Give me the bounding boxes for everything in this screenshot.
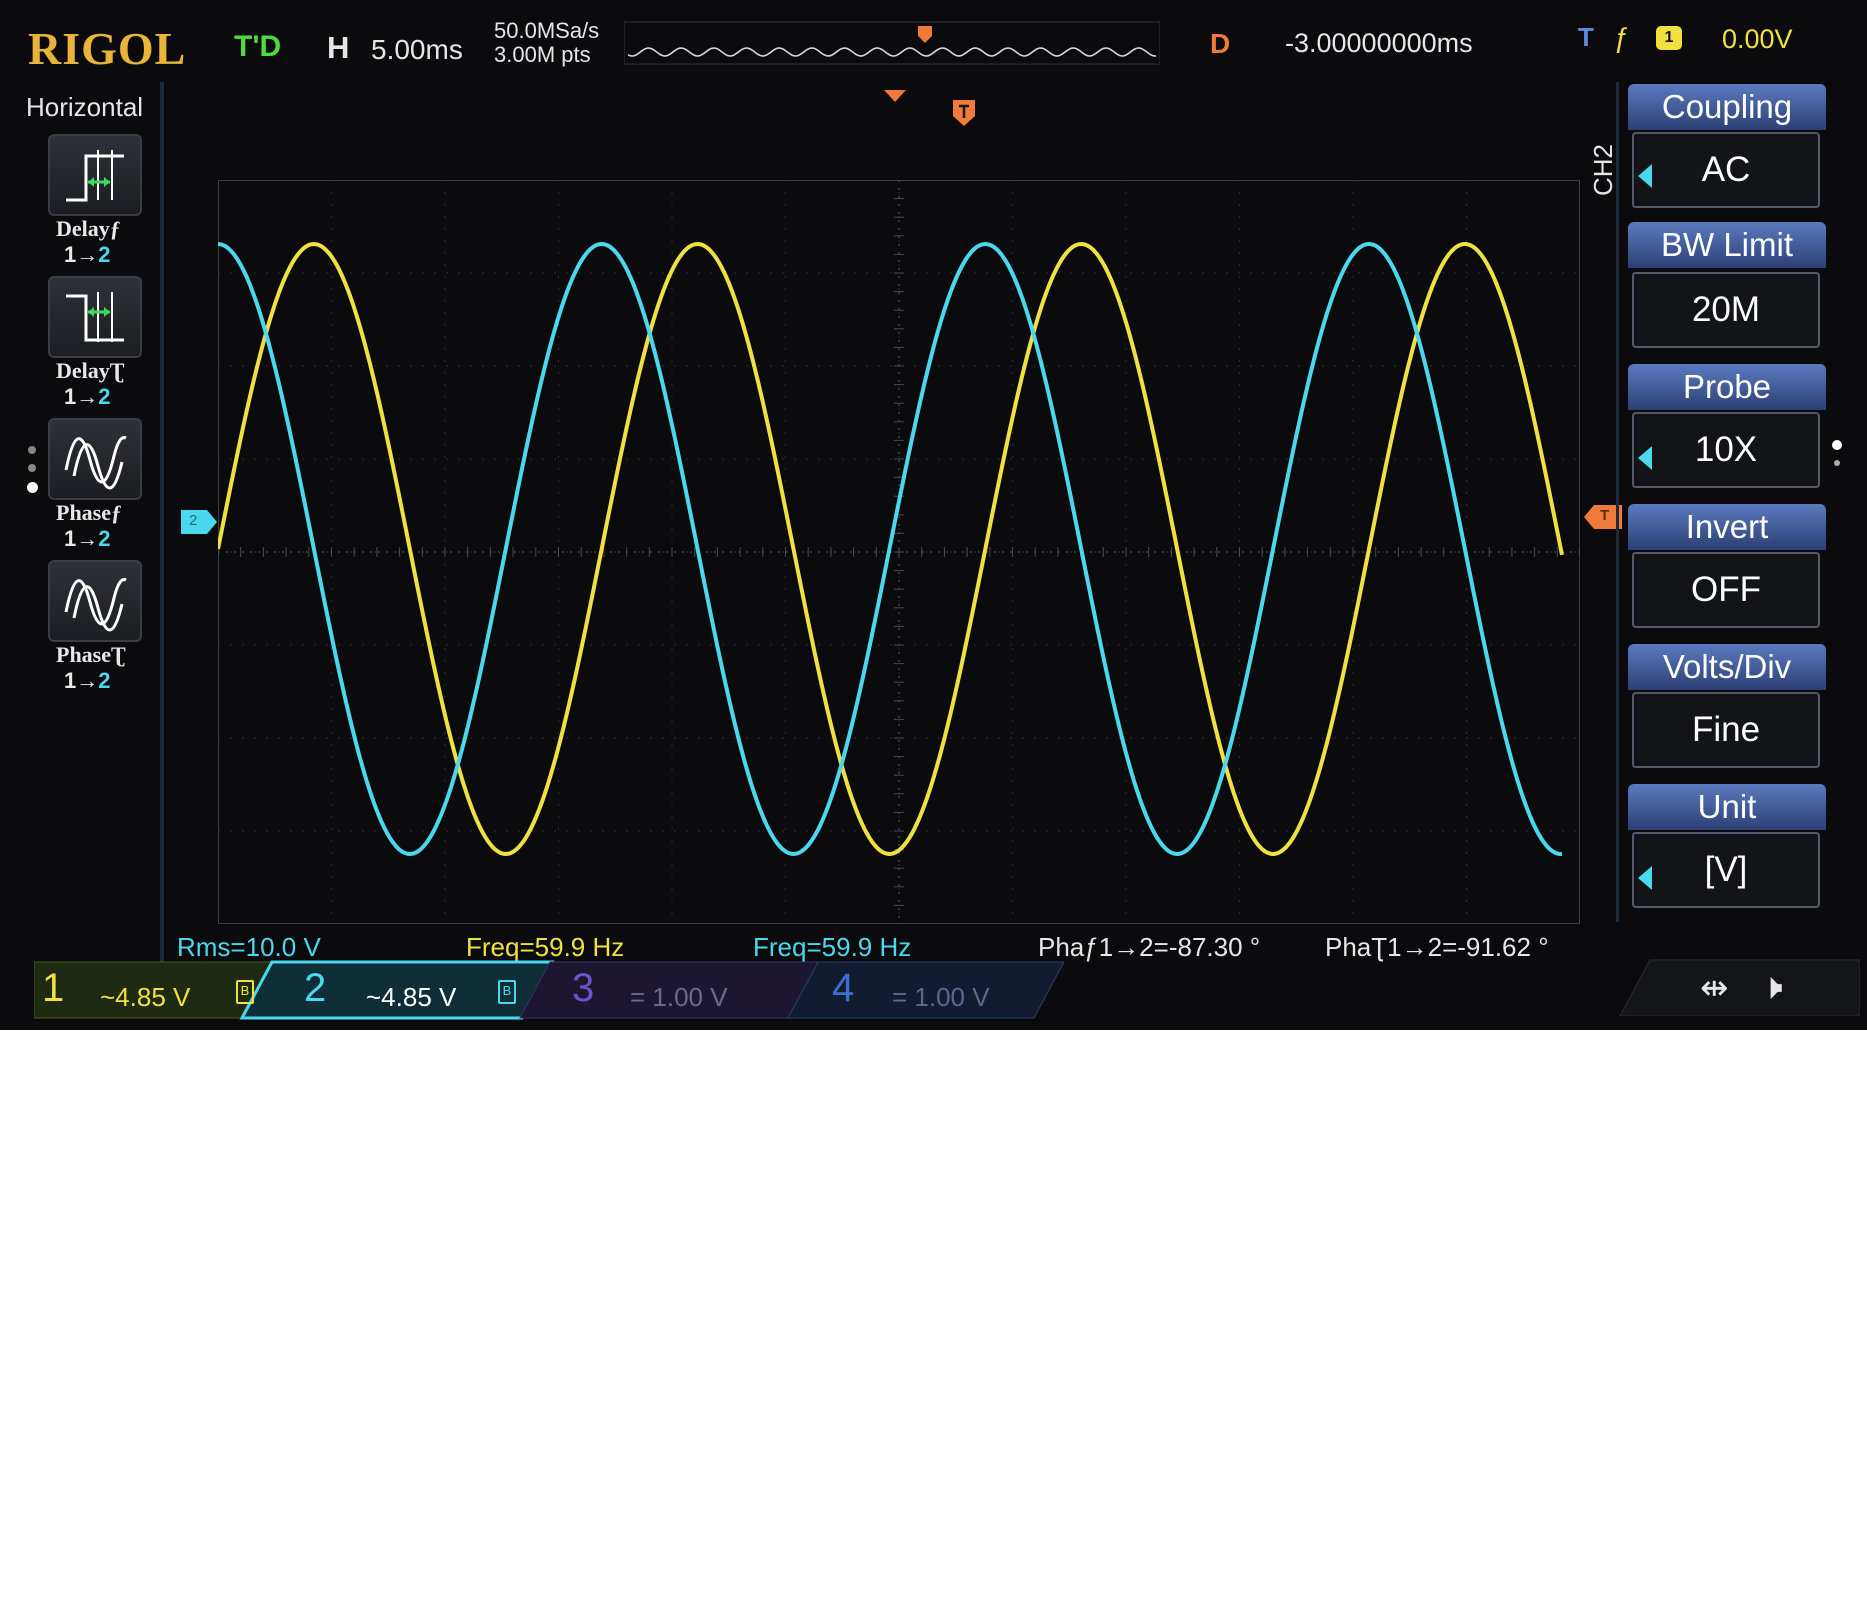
- invert-title: Invert: [1628, 504, 1826, 550]
- graticule: [218, 180, 1580, 924]
- unit-button[interactable]: [V]: [1632, 832, 1820, 908]
- probe-button[interactable]: 10X: [1632, 412, 1820, 488]
- right-menu-page-dot: [1834, 460, 1840, 466]
- ch4-button[interactable]: 4: [832, 966, 854, 1011]
- channel-to: 2: [98, 526, 111, 551]
- status-panel: [1619, 959, 1860, 1016]
- ch3-scale[interactable]: = 1.00 V: [630, 982, 728, 1013]
- speaker-mute-icon[interactable]: 🕨: [1760, 966, 1783, 1009]
- delay-fall-channels: 1→2: [64, 384, 111, 410]
- phase-fall-button[interactable]: [48, 560, 142, 642]
- ch1-bw-icon: B: [236, 980, 254, 1004]
- volts-div-title: Volts/Div: [1628, 644, 1826, 690]
- trigger-position-icon: [953, 100, 975, 126]
- delay-rise-icon: [66, 150, 124, 202]
- rising-edge-icon: ƒ: [1614, 22, 1630, 53]
- invert-button[interactable]: OFF: [1632, 552, 1820, 628]
- delay-label: D: [1210, 28, 1231, 59]
- bw-limit-title: BW Limit: [1628, 222, 1826, 268]
- phase-rise-label: Phaseƒ: [56, 500, 122, 525]
- waveform-grid: [218, 180, 1580, 924]
- probe-arrow-icon: [1638, 446, 1652, 470]
- usb-icon: ⇹: [1700, 969, 1729, 1007]
- memory-depth: 3.00M pts: [494, 42, 591, 67]
- delay-fall-label: DelayƮ: [56, 358, 125, 383]
- channel-to: 2: [98, 384, 111, 409]
- timebase-value[interactable]: 5.00ms: [371, 34, 463, 66]
- oscilloscope-screen: RIGOL T'D H 5.00ms 50.0MSa/s 3.00M pts D…: [0, 0, 1867, 1035]
- ch2-bw-icon: B: [498, 980, 516, 1004]
- right-menu-page-dot: [1832, 440, 1842, 450]
- phase-fall-label: PhaseƮ: [56, 642, 126, 667]
- delay-value[interactable]: -3.00000000ms: [1285, 28, 1473, 59]
- horizontal-trigger-marker: [884, 90, 906, 102]
- ch2-waveform: [218, 241, 1563, 857]
- trigger-label: T: [1578, 22, 1594, 52]
- ch3-button[interactable]: 3: [572, 966, 594, 1011]
- menu-page-dot-active: [27, 482, 38, 493]
- menu-page-dot: [28, 446, 36, 454]
- coupling-button[interactable]: AC: [1632, 132, 1820, 208]
- phase-fall-measurement: PhaƮ1→2=-91.62 °: [1325, 932, 1549, 962]
- delay-rise-channels: 1→2: [64, 242, 111, 268]
- channel-from: 1→: [64, 242, 99, 267]
- volts-div-button[interactable]: Fine: [1632, 692, 1820, 768]
- bezel-edge: [0, 1030, 1867, 1038]
- ch2-offset-label: 2: [189, 512, 198, 529]
- phase-fall-icon: [64, 578, 127, 632]
- menu-page-dot: [28, 464, 36, 472]
- ch2-scale[interactable]: ~4.85 V: [366, 982, 456, 1013]
- unit-title: Unit: [1628, 784, 1826, 830]
- phase-rise-channels: 1→2: [64, 526, 111, 552]
- brand-logo: RIGOL: [28, 23, 187, 74]
- trigger-level-label: T: [1600, 507, 1610, 524]
- right-menu-channel: CH2: [1588, 143, 1618, 196]
- coupling-arrow-icon: [1638, 164, 1652, 188]
- trigger-level[interactable]: 0.00V: [1722, 24, 1793, 55]
- ch4-scale[interactable]: = 1.00 V: [892, 982, 990, 1013]
- phase-rise-icon: [64, 436, 127, 490]
- left-menu-title: Horizontal: [26, 92, 144, 122]
- memory-overview: [624, 21, 1160, 65]
- delay-rise-button[interactable]: [48, 134, 142, 216]
- ch1-scale[interactable]: ~4.85 V: [100, 982, 190, 1013]
- ch2-offset-marker[interactable]: 2: [181, 510, 219, 534]
- trigger-source[interactable]: 1: [1656, 26, 1682, 50]
- phase-rise-button[interactable]: [48, 418, 142, 500]
- channel-from: 1→: [64, 384, 99, 409]
- ch2-button[interactable]: 2: [304, 966, 326, 1011]
- channel-to: 2: [98, 668, 111, 693]
- trigger-position-marker: [918, 26, 932, 43]
- phase-rise-measurement: Phaƒ1→2=-87.30 °: [1038, 932, 1261, 962]
- channel-from: 1→: [64, 526, 99, 551]
- delay-fall-icon: [66, 292, 124, 342]
- unit-arrow-icon: [1638, 866, 1652, 890]
- left-menu-divider: [160, 82, 164, 962]
- channel-from: 1→: [64, 668, 99, 693]
- phase-fall-channels: 1→2: [64, 668, 111, 694]
- delay-fall-button[interactable]: [48, 276, 142, 358]
- horizontal-label: H: [327, 30, 350, 65]
- ch1-button[interactable]: 1: [42, 966, 64, 1011]
- right-menu-divider: [1616, 82, 1619, 922]
- bw-limit-button[interactable]: 20M: [1632, 272, 1820, 348]
- coupling-title: Coupling: [1628, 84, 1826, 130]
- probe-title: Probe: [1628, 364, 1826, 410]
- delay-rise-label: Delayƒ: [56, 216, 121, 241]
- sample-rate: 50.0MSa/s: [494, 18, 600, 43]
- channel-to: 2: [98, 242, 111, 267]
- run-state[interactable]: T'D: [234, 30, 281, 64]
